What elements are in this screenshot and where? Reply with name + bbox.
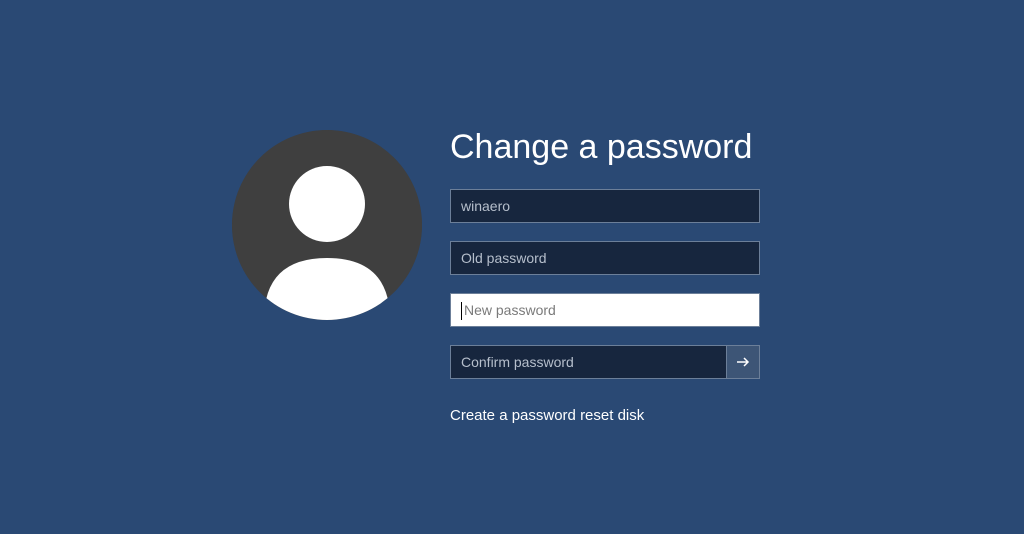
old-password-field-wrapper: [450, 241, 760, 275]
form-area: Change a password New password Create a …: [450, 130, 760, 424]
reset-disk-link[interactable]: Create a password reset disk: [450, 407, 760, 424]
user-avatar: [232, 130, 422, 320]
submit-button[interactable]: [726, 345, 760, 379]
change-password-panel: Change a password New password Create a …: [232, 130, 760, 424]
username-input[interactable]: [451, 198, 759, 214]
new-password-input[interactable]: [451, 302, 759, 318]
old-password-input[interactable]: [451, 250, 759, 266]
arrow-right-icon: [735, 354, 751, 370]
new-password-field-wrapper: New password: [450, 293, 760, 327]
confirm-password-row: [450, 345, 760, 379]
username-field-wrapper: [450, 189, 760, 223]
person-icon: [232, 130, 422, 320]
confirm-password-input[interactable]: [451, 354, 726, 370]
confirm-password-field-wrapper: [450, 345, 726, 379]
page-title: Change a password: [450, 128, 760, 167]
